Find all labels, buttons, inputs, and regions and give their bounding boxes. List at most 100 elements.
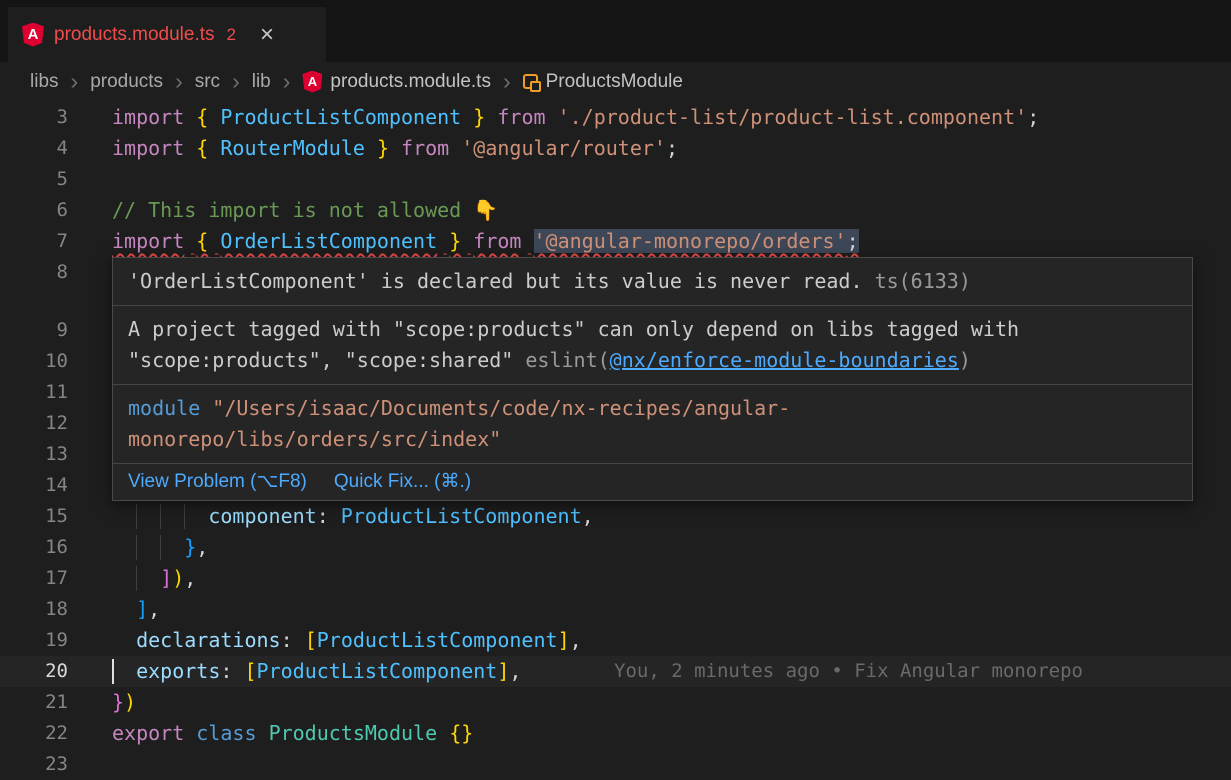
line-number[interactable]: 3 bbox=[0, 102, 68, 133]
code-line-15[interactable]: 15 component: ProductListComponent, bbox=[0, 501, 1231, 532]
code-text: import { ProductListComponent } from './… bbox=[112, 102, 1039, 133]
angular-icon: A bbox=[302, 71, 322, 93]
token-pun bbox=[112, 535, 184, 559]
breadcrumb-item-productsmodule[interactable]: ProductsModule bbox=[523, 71, 683, 93]
token-pun bbox=[449, 136, 461, 160]
token-pun bbox=[546, 105, 558, 129]
token-pun bbox=[112, 659, 136, 683]
line-number[interactable]: 18 bbox=[0, 594, 68, 625]
token-pun: , bbox=[148, 597, 160, 621]
breadcrumb-item-products-module-ts[interactable]: Aproducts.module.ts bbox=[302, 71, 491, 93]
token-pun bbox=[437, 229, 449, 253]
token-pun bbox=[208, 105, 220, 129]
breadcrumb-label: src bbox=[195, 71, 220, 93]
module-path-line2: monorepo/libs/orders/src/index" bbox=[128, 427, 501, 451]
view-problem-action[interactable]: View Problem (⌥F8) bbox=[128, 469, 307, 495]
code-text: }, bbox=[112, 532, 208, 563]
code-line-18[interactable]: 18 ], bbox=[0, 594, 1231, 625]
token-kw: import bbox=[112, 229, 184, 253]
module-info: module "/Users/isaac/Documents/code/nx-r… bbox=[113, 384, 1192, 463]
code-line-5[interactable]: 5 bbox=[0, 164, 1231, 195]
token-b1: [ bbox=[305, 628, 317, 652]
line-number[interactable]: 22 bbox=[0, 718, 68, 749]
eslint-error-message: A project tagged with "scope:products" c… bbox=[113, 305, 1192, 384]
line-number[interactable]: 20 bbox=[0, 656, 68, 687]
token-b1: { bbox=[196, 229, 208, 253]
breadcrumb: libs›products›src›lib›Aproducts.module.t… bbox=[0, 62, 1231, 101]
token-b1: { bbox=[196, 105, 208, 129]
line-number[interactable]: 8 bbox=[0, 257, 68, 288]
token-pun bbox=[112, 628, 136, 652]
breadcrumb-separator-icon: › bbox=[230, 70, 242, 93]
breadcrumb-item-lib[interactable]: lib bbox=[252, 71, 271, 93]
code-line-3[interactable]: 3 import { ProductListComponent } from '.… bbox=[0, 102, 1231, 133]
line-number[interactable]: 10 bbox=[0, 346, 68, 377]
token-b1: ] bbox=[558, 628, 570, 652]
line-number[interactable]: 7 bbox=[0, 226, 68, 257]
line-number[interactable]: 4 bbox=[0, 133, 68, 164]
breadcrumb-item-libs[interactable]: libs bbox=[30, 71, 59, 93]
module-path-line1: "/Users/isaac/Documents/code/nx-recipes/… bbox=[212, 396, 790, 420]
code-line-21[interactable]: 21}) bbox=[0, 687, 1231, 718]
code-text: ]), bbox=[112, 563, 196, 594]
module-info-line1: module "/Users/isaac/Documents/code/nx-r… bbox=[128, 393, 1177, 424]
breadcrumb-label: ProductsModule bbox=[546, 71, 683, 93]
breadcrumb-label: libs bbox=[30, 71, 59, 93]
token-pun bbox=[461, 229, 473, 253]
code-text: }) bbox=[112, 687, 136, 718]
line-number[interactable]: 13 bbox=[0, 439, 68, 470]
code-editor[interactable]: 'OrderListComponent' is declared but its… bbox=[0, 101, 1231, 780]
token-prop: component bbox=[208, 504, 316, 528]
breadcrumb-item-products[interactable]: products bbox=[90, 71, 163, 93]
code-line-7[interactable]: 7import { OrderListComponent } from '@an… bbox=[0, 226, 1231, 257]
eslint-error-line1: A project tagged with "scope:products" c… bbox=[128, 314, 1177, 345]
breadcrumb-label: products.module.ts bbox=[330, 71, 491, 93]
line-number[interactable]: 5 bbox=[0, 164, 68, 195]
token-b2: } bbox=[112, 690, 124, 714]
code-line-20[interactable]: 20 exports: [ProductListComponent],You, … bbox=[0, 656, 1231, 687]
code-line-19[interactable]: 19 declarations: [ProductListComponent], bbox=[0, 625, 1231, 656]
token-b1: [ bbox=[244, 659, 256, 683]
hover-actions: View Problem (⌥F8) Quick Fix... (⌘.) bbox=[113, 463, 1192, 500]
token-pun bbox=[461, 105, 473, 129]
token-kw: export bbox=[112, 721, 184, 745]
token-pun: : bbox=[281, 628, 305, 652]
line-number[interactable]: 19 bbox=[0, 625, 68, 656]
quick-fix-action[interactable]: Quick Fix... (⌘.) bbox=[334, 469, 471, 495]
line-number[interactable]: 12 bbox=[0, 408, 68, 439]
token-kw: from bbox=[473, 229, 521, 253]
tab-products-module[interactable]: A products.module.ts 2 × bbox=[8, 7, 326, 62]
line-number[interactable]: 17 bbox=[0, 563, 68, 594]
breadcrumb-separator-icon: › bbox=[281, 70, 293, 93]
line-number[interactable]: 11 bbox=[0, 377, 68, 408]
token-str: '@angular/router' bbox=[461, 136, 666, 160]
nx-enforce-module-boundaries-link[interactable]: @nx/enforce-module-boundaries bbox=[610, 348, 959, 372]
token-emoji: 👇 bbox=[473, 198, 498, 222]
close-tab-icon[interactable]: × bbox=[260, 23, 274, 47]
token-pun: ; bbox=[666, 136, 678, 160]
line-number[interactable]: 21 bbox=[0, 687, 68, 718]
line-number[interactable]: 23 bbox=[0, 749, 68, 780]
line-number[interactable]: 15 bbox=[0, 501, 68, 532]
line-number[interactable]: 9 bbox=[0, 315, 68, 346]
token-pun: , bbox=[184, 566, 196, 590]
module-info-line2: monorepo/libs/orders/src/index" bbox=[128, 424, 1177, 455]
line-number[interactable]: 16 bbox=[0, 532, 68, 563]
token-pun: ; bbox=[847, 229, 859, 253]
breadcrumb-item-src[interactable]: src bbox=[195, 71, 220, 93]
code-line-16[interactable]: 16 }, bbox=[0, 532, 1231, 563]
line-number[interactable]: 6 bbox=[0, 195, 68, 226]
code-line-23[interactable]: 23 bbox=[0, 749, 1231, 780]
breadcrumb-label: products bbox=[90, 71, 163, 93]
code-line-17[interactable]: 17 ]), bbox=[0, 563, 1231, 594]
code-line-4[interactable]: 4import { RouterModule } from '@angular/… bbox=[0, 133, 1231, 164]
code-line-6[interactable]: 6// This import is not allowed 👇 bbox=[0, 195, 1231, 226]
git-blame-annotation: You, 2 minutes ago • Fix Angular monorep… bbox=[614, 656, 1083, 687]
token-pun bbox=[184, 105, 196, 129]
line-number[interactable]: 14 bbox=[0, 470, 68, 501]
token-pun: : bbox=[317, 504, 341, 528]
token-pun bbox=[208, 136, 220, 160]
breadcrumb-separator-icon: › bbox=[501, 70, 513, 93]
code-line-22[interactable]: 22export class ProductsModule {} bbox=[0, 718, 1231, 749]
eslint-error-line2-text: "scope:products", "scope:shared" bbox=[128, 348, 525, 372]
